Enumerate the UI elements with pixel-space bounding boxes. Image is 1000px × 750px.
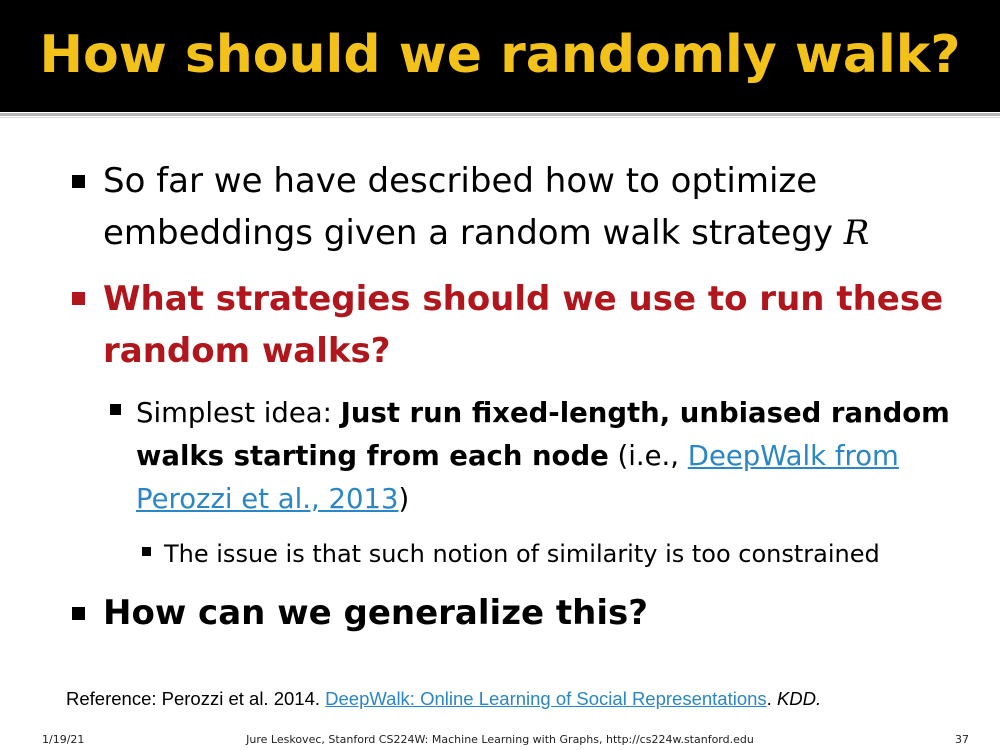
sub-bullet-prefix: Simplest idea:: [136, 397, 341, 429]
sub-bullet-text: Simplest idea: Just run fixed-length, un…: [136, 392, 966, 521]
title-divider-thin: [0, 117, 1000, 118]
bullet-text-2: What strategies should we use to run the…: [103, 279, 944, 371]
bullet-square-icon: [142, 547, 151, 556]
bullet-square-icon: [110, 404, 121, 415]
bullet-text-1: So far we have described how to optimize…: [103, 155, 963, 259]
reference-venue: KDD.: [776, 688, 822, 709]
sub-sub-bullet-text: The issue is that such notion of similar…: [164, 540, 880, 568]
reference-period: .: [766, 688, 777, 709]
sub-bullet-suffix: ): [398, 483, 410, 515]
bullet-1-text: So far we have described how to optimize…: [103, 161, 833, 253]
bullet-square-icon: [72, 292, 85, 305]
page-number: 37: [955, 733, 969, 746]
bullet-square-icon: [72, 175, 85, 188]
bullet-square-icon: [72, 607, 85, 620]
sub-bullet-mid: (i.e.,: [608, 440, 688, 472]
footer-credit: Jure Leskovec, Stanford CS224W: Machine …: [246, 733, 754, 746]
bullet-text-3: How can we generalize this?: [103, 593, 648, 633]
reference-line: Reference: Perozzi et al. 2014. DeepWalk…: [66, 688, 821, 710]
bullet-1-math: R: [843, 213, 870, 253]
title-bar: How should we randomly walk?: [0, 0, 1000, 112]
slide-title: How should we randomly walk?: [39, 25, 961, 85]
title-divider: [0, 113, 1000, 116]
reference-link[interactable]: DeepWalk: Online Learning of Social Repr…: [325, 688, 767, 709]
reference-prefix: Reference: Perozzi et al. 2014.: [66, 688, 326, 709]
